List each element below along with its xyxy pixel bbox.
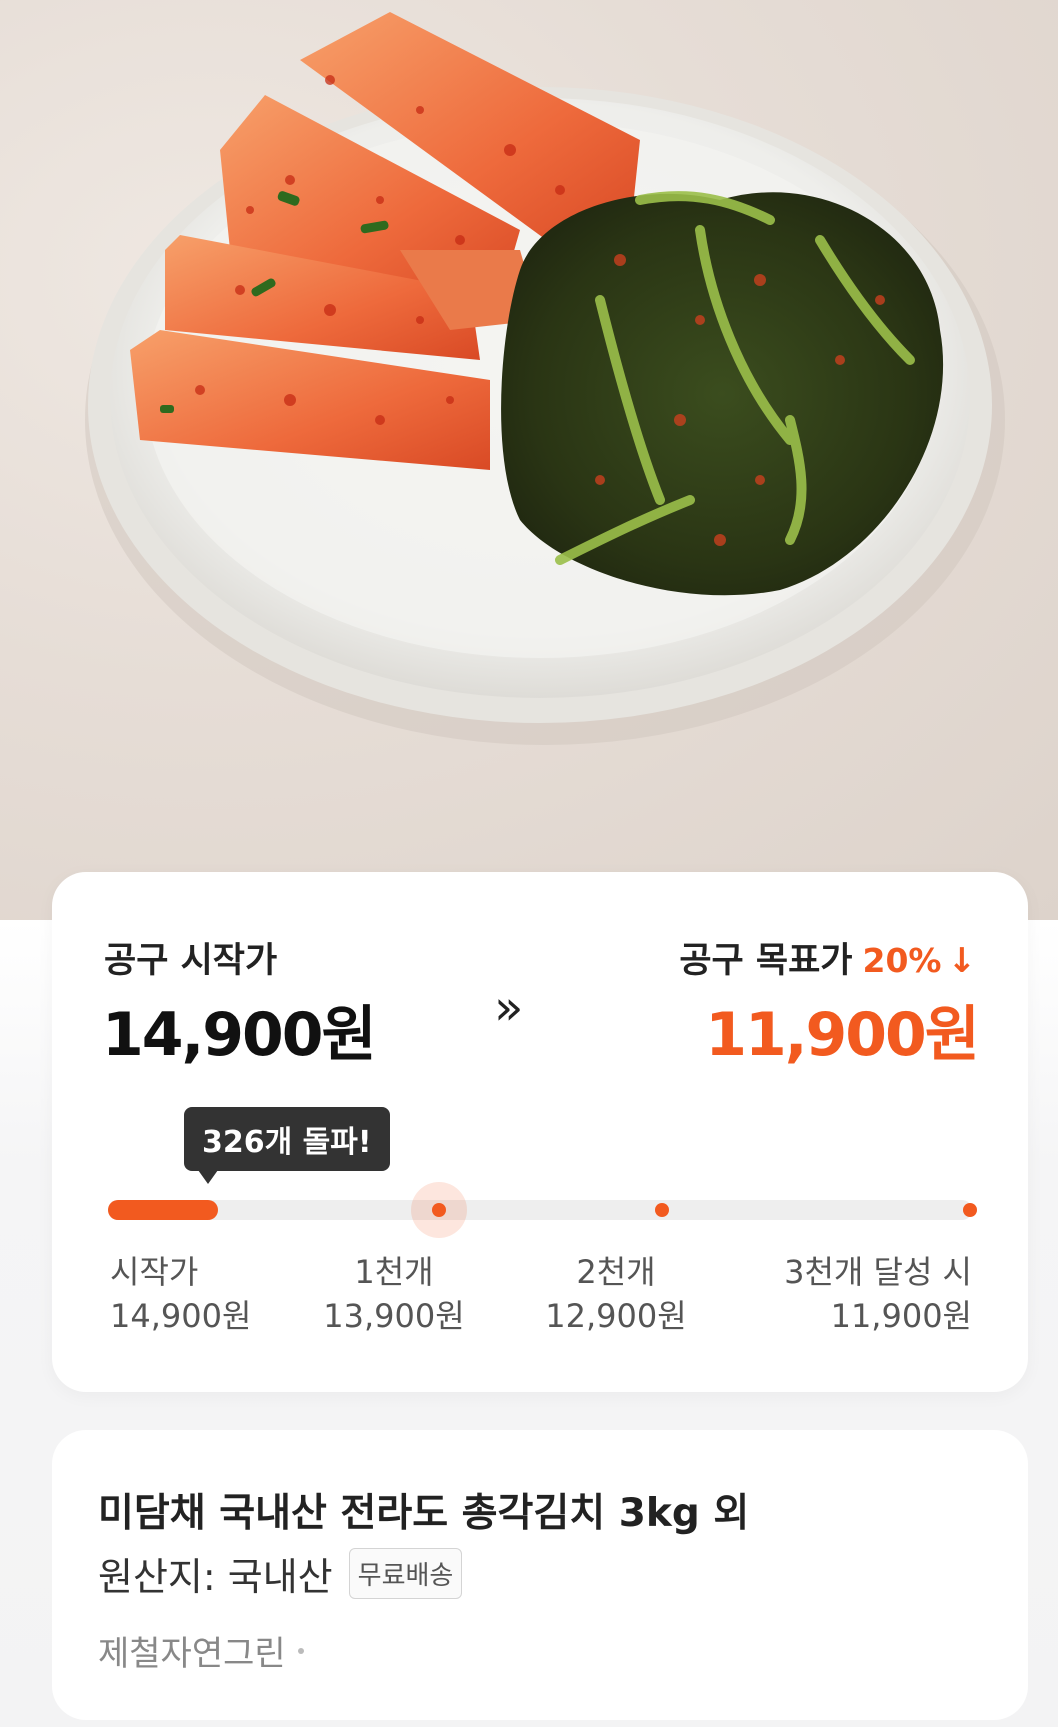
- target-price-label: 공구 목표가: [679, 941, 853, 981]
- milestone-price: 13,900원: [323, 1297, 465, 1335]
- kimchi-dish-image: [85, 12, 1005, 745]
- product-info-card[interactable]: 미담채 국내산 전라도 총각김치 3kg 외 원산지: 국내산 무료배송 제철자…: [52, 1430, 1028, 1720]
- discount-rate: 20%: [862, 941, 942, 980]
- milestone-dot-3000: [963, 1203, 977, 1217]
- milestone-dot-1000: [432, 1203, 446, 1217]
- target-price: 11,900원: [705, 1000, 980, 1070]
- progress-fill: [108, 1200, 218, 1220]
- seller-row[interactable]: 제철자연그린: [98, 1626, 304, 1675]
- milestone-price: 11,900원: [830, 1297, 972, 1335]
- origin-row: 원산지: 국내산 무료배송: [98, 1546, 463, 1601]
- seller-name[interactable]: 제철자연그린: [98, 1626, 286, 1675]
- milestone-2000: 2천개 12,900원: [536, 1250, 696, 1338]
- milestone-name: 2천개: [576, 1253, 656, 1291]
- double-chevron-right-icon: »: [494, 980, 524, 1036]
- progress-track: [108, 1182, 977, 1238]
- free-shipping-badge: 무료배송: [348, 1548, 463, 1599]
- milestone-3000: 3천개 달성 시 11,900원: [784, 1250, 972, 1338]
- separator-dot: [297, 1647, 304, 1654]
- group-buy-price-card: 공구 시작가 14,900원 » 공구 목표가 20% ↓ 11,900원 32…: [52, 872, 1028, 1392]
- milestone-1000: 1천개 13,900원: [314, 1250, 474, 1338]
- milestone-name: 1천개: [354, 1253, 434, 1291]
- target-price-header: 공구 목표가 20% ↓: [679, 932, 976, 983]
- milestone-dot-2000: [655, 1203, 669, 1217]
- milestone-price: 12,900원: [545, 1297, 687, 1335]
- start-price: 14,900원: [102, 1000, 377, 1070]
- milestone-name: 시작가: [110, 1253, 199, 1291]
- milestone-price: 14,900원: [110, 1297, 252, 1335]
- product-photo: [0, 0, 1058, 920]
- arrow-down-icon: ↓: [947, 941, 977, 981]
- progress-tooltip: 326개 돌파!: [184, 1107, 390, 1184]
- milestone-start: 시작가 14,900원: [110, 1250, 251, 1338]
- start-price-label: 공구 시작가: [104, 941, 278, 981]
- origin-text: 원산지: 국내산: [98, 1555, 333, 1599]
- product-title[interactable]: 미담채 국내산 전라도 총각김치 3kg 외: [98, 1482, 749, 1538]
- milestone-name: 3천개 달성 시: [784, 1253, 972, 1291]
